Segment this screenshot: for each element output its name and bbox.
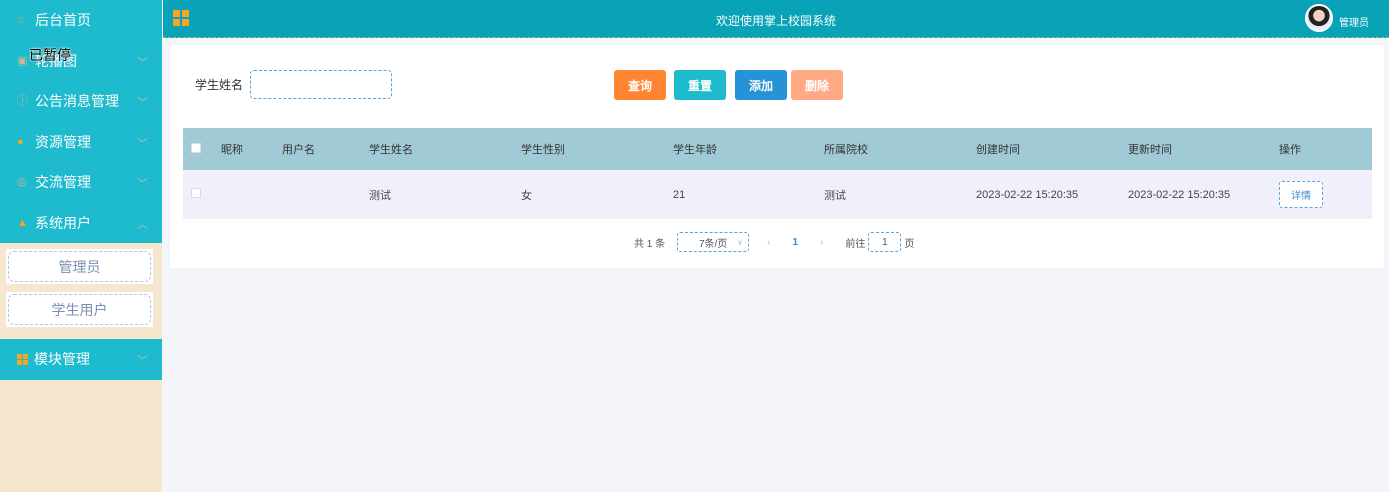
sidebar-item-0[interactable]: ⌂ 后台首页 xyxy=(0,0,162,41)
chevron-up-icon: ︿ xyxy=(137,218,148,231)
column-header: 所属院校 xyxy=(824,128,976,170)
student-table: 昵称 用户名 学生姓名 学生性别 学生年龄 所属院校 创建时间 更新时间 操作 测试女 21 测试 2… xyxy=(183,128,1372,219)
table-cell: 测试 xyxy=(824,170,976,219)
home-icon: ⌂ xyxy=(17,14,24,27)
detail-button[interactable]: 详情 xyxy=(1279,181,1323,208)
page-1[interactable]: 1 xyxy=(792,237,798,248)
search-label: 学生姓名 xyxy=(195,78,244,92)
column-header: 更新时间 xyxy=(1128,128,1279,170)
table-cell: 21 xyxy=(673,170,824,219)
chevron-down-icon: ﹀ xyxy=(137,355,148,367)
sidebar-item-2[interactable]: ⓘ 公告消息管理 ﹀ xyxy=(0,81,162,122)
avatar[interactable] xyxy=(1305,4,1333,32)
submenu-item-student-users[interactable]: 学生用户 xyxy=(6,292,153,327)
table-cell: 女 xyxy=(521,170,673,219)
table-cell xyxy=(282,170,369,219)
page-size-select[interactable]: 7条/页 ∨ xyxy=(677,232,750,252)
pagination: 共 1 条 7条/页 ∨ ‹ 1 › 前往 1 页 xyxy=(634,232,914,252)
chevron-down-icon: ∨ xyxy=(737,237,744,247)
grid-icon xyxy=(17,353,28,365)
column-header: 创建时间 xyxy=(976,128,1128,170)
chat-icon: ◎ xyxy=(17,176,27,189)
goto-page-input[interactable]: 1 xyxy=(868,232,902,252)
column-header: 学生姓名 xyxy=(369,128,521,170)
row-checkbox[interactable] xyxy=(191,188,201,198)
chevron-down-icon: ﹀ xyxy=(137,56,148,69)
paused-overlay: 已暂停 xyxy=(29,47,71,63)
user-icon: ▲ xyxy=(17,216,28,229)
user-name[interactable]: 管理员 xyxy=(1339,14,1369,29)
image-icon: ▣ xyxy=(17,54,28,67)
reset-button[interactable]: 重置 xyxy=(674,70,726,100)
student-name-input[interactable] xyxy=(250,70,392,99)
page-title: 欢迎使用掌上校园系统 xyxy=(715,14,836,28)
location-icon: ● xyxy=(17,135,24,148)
column-header: 昵称 xyxy=(221,128,282,170)
chevron-down-icon: ﹀ xyxy=(137,178,148,190)
table-row: 测试女 21 测试 2023-02-22 15:20:35 2023-02-22 15:… xyxy=(183,170,1372,219)
sidebar-item-4[interactable]: ◎ 交流管理 ﹀ xyxy=(0,162,162,203)
select-all[interactable] xyxy=(183,128,221,170)
sidebar: ⌂ 后台首页 ▣ 轮播图 ﹀ ⓘ 公告消息管理 ﹀ ● 资源管理 ﹀ ◎ 交流管理 ﹀ ▲ 系统用户 ︿ 管理员… xyxy=(0,0,162,492)
column-header: 用户名 xyxy=(282,128,369,170)
next-page-button[interactable]: › xyxy=(820,237,823,248)
prev-page-button[interactable]: ‹ xyxy=(767,237,770,248)
delete-button[interactable]: 删除 xyxy=(791,70,843,100)
chevron-down-icon: ﹀ xyxy=(137,97,148,109)
table-cell: 2023-02-22 15:20:35 xyxy=(976,170,1128,219)
column-header: 操作 xyxy=(1279,128,1372,170)
header: 欢迎使用掌上校园系统 管理员 xyxy=(163,0,1389,38)
add-button[interactable]: 添加 xyxy=(735,70,787,100)
sidebar-item-1[interactable]: ▣ 轮播图 ﹀ xyxy=(0,41,162,82)
query-button[interactable]: 查询 xyxy=(614,70,666,100)
column-header: 学生性别 xyxy=(521,128,673,170)
submenu-item-admin[interactable]: 管理员 xyxy=(6,249,153,284)
content-card: 学生姓名 查询 重置 添加 删除 昵称 用户名 学生姓名 学生性别 学生年龄 所属院校 创建… xyxy=(170,45,1384,268)
table-cell xyxy=(221,170,282,219)
chevron-down-icon: ﹀ xyxy=(137,137,148,150)
column-header: 学生年龄 xyxy=(673,128,824,170)
table-cell: 测试 xyxy=(369,170,521,219)
submenu: 管理员 学生用户 xyxy=(0,243,162,339)
sidebar-item-3[interactable]: ● 资源管理 ﹀ xyxy=(0,122,162,163)
select-all-checkbox[interactable] xyxy=(191,142,201,153)
sidebar-item-5[interactable]: ▲ 系统用户 ︿ xyxy=(0,203,162,244)
sidebar-item-modules[interactable]: 模块管理 ﹀ xyxy=(0,339,162,380)
info-icon: ⓘ xyxy=(17,95,28,108)
table-cell: 2023-02-22 15:20:35 xyxy=(1128,170,1279,219)
